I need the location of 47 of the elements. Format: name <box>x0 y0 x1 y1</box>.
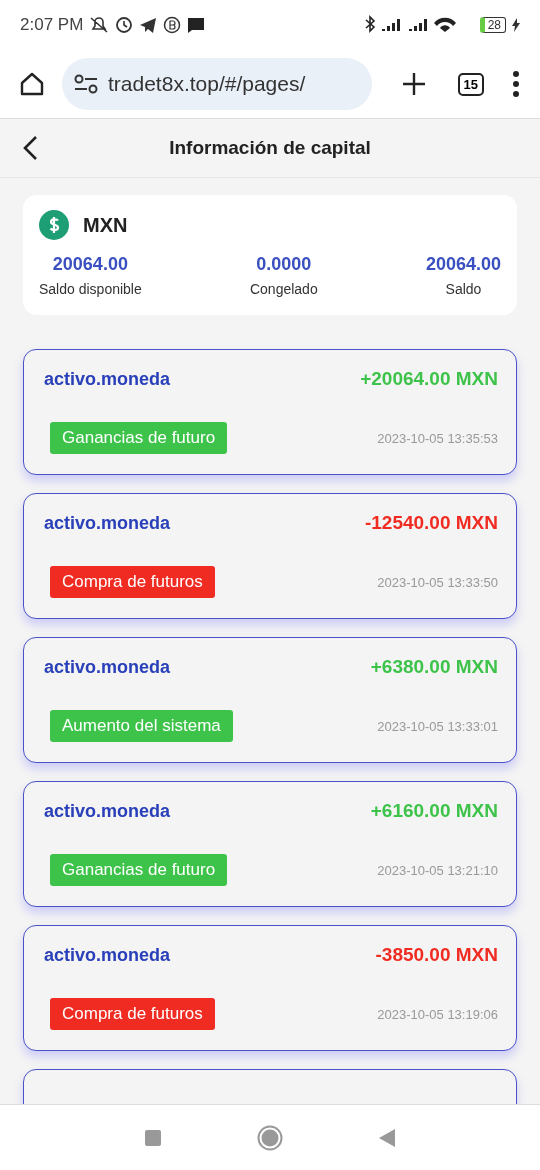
record-time: 2023-10-05 13:33:01 <box>377 718 498 734</box>
back-nav-icon[interactable] <box>379 1128 395 1147</box>
muted-bell-icon <box>89 15 110 35</box>
back-icon[interactable] <box>22 135 38 161</box>
record-time: 2023-10-05 13:33:50 <box>377 574 498 590</box>
stat-value: 0.0000 <box>256 254 312 275</box>
record-amount: -3850.00 MXN <box>375 944 498 966</box>
tab-count-button[interactable]: 15 <box>457 72 484 96</box>
charging-icon <box>512 18 520 32</box>
home-icon[interactable] <box>18 70 46 98</box>
record-time: 2023-10-05 13:21:10 <box>377 862 498 878</box>
recents-icon[interactable] <box>145 1129 161 1146</box>
record-amount: -12540.00 MXN <box>364 512 498 534</box>
new-tab-icon[interactable] <box>401 72 426 96</box>
record-amount: +6380.00 MXN <box>370 656 498 678</box>
record-time: 2023-10-05 13:35:53 <box>377 430 498 446</box>
record-tag: Ganancias de futuro <box>50 422 228 454</box>
address-bar[interactable]: tradet8x.top/#/pages/ <box>62 58 372 110</box>
record-tag: Aumento del sistema <box>50 710 233 742</box>
alarm-icon <box>115 16 134 34</box>
stat-label: Saldo <box>445 281 482 297</box>
stat-label: Congelado <box>249 281 318 297</box>
record-amount: +20064.00 MXN <box>360 368 498 390</box>
dollar-icon <box>39 210 69 240</box>
stat-value: 20064.00 <box>425 254 501 275</box>
record-title: activo.moneda <box>44 944 171 966</box>
more-options-icon[interactable] <box>512 71 520 97</box>
status-time: 2:07 PM <box>20 15 84 35</box>
page-title: Información de capital <box>169 137 371 159</box>
record-tag: Ganancias de futuro <box>50 854 228 886</box>
circled-b-icon <box>163 16 182 34</box>
record-title: activo.moneda <box>44 368 171 390</box>
stat-value: 20064.00 <box>52 254 128 275</box>
paper-plane-icon <box>139 16 158 34</box>
stat-label: Saldo disponible <box>39 281 142 297</box>
record-tag: Compra de futuros <box>50 566 215 598</box>
message-icon <box>187 16 206 34</box>
currency-name: MXN <box>83 213 128 237</box>
site-settings-icon[interactable] <box>74 73 98 95</box>
record-title: activo.moneda <box>44 512 171 534</box>
battery-indicator: 28 <box>479 17 506 33</box>
record-title: activo.moneda <box>44 656 171 678</box>
record-title: activo.moneda <box>44 800 171 822</box>
record-tag: Compra de futuros <box>50 998 215 1030</box>
home-button-icon[interactable] <box>257 1124 283 1151</box>
record-time: 2023-10-05 13:19:06 <box>377 1006 498 1022</box>
record-amount: +6160.00 MXN <box>370 800 498 822</box>
